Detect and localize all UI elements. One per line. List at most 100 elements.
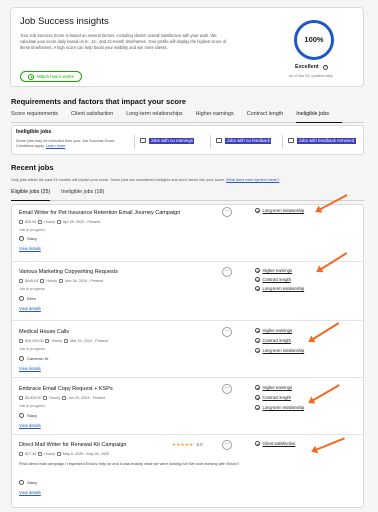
factor-label[interactable]: Contract length: [263, 338, 291, 343]
symbol-meaning-link[interactable]: What does each symbol mean?: [226, 178, 279, 182]
filter-label: Jobs with feedback removed: [297, 138, 356, 144]
factor-badge: Long-term relationship: [255, 405, 305, 411]
job-list: Email Writer for Pet Insurance Retention…: [11, 204, 364, 508]
job-type: Hourly: [46, 279, 57, 283]
factor-badge: Client satisfaction: [255, 441, 296, 447]
client-name: Cameron M.: [27, 356, 50, 361]
tab-ineligible-jobs-list[interactable]: Ineligible jobs (18): [61, 189, 104, 200]
factor-label[interactable]: Long-term relationship: [263, 405, 305, 410]
filter-label: Jobs with no earnings: [149, 138, 195, 144]
job-status: Job in progress: [19, 287, 45, 291]
ineligible-description: Some jobs may be excluded from your Job …: [16, 139, 126, 150]
learn-more-link[interactable]: Learn more: [46, 144, 65, 148]
more-options-button[interactable]: ···: [222, 384, 232, 394]
divider: [282, 135, 283, 149]
check-circle-icon: [255, 338, 260, 344]
clock-icon: [38, 452, 43, 457]
filter-feedback-removed[interactable]: Jobs with feedback removed: [288, 138, 356, 144]
check-circle-icon: [255, 208, 260, 214]
job-tabs: Eligible jobs (25) Ineligible jobs (18): [11, 189, 364, 201]
tab-client-satisfaction[interactable]: Client satisfaction: [71, 111, 126, 122]
job-dates: Jun 20, 2024 - Present: [68, 396, 106, 400]
person-icon: [19, 356, 24, 362]
check-circle-icon: [255, 405, 260, 411]
tab-score-requirements[interactable]: Score requirements: [11, 111, 71, 122]
factor-label[interactable]: Contract length: [263, 277, 291, 282]
view-details-link[interactable]: View details: [19, 490, 41, 495]
job-type: Hourly: [49, 396, 61, 400]
score-update-note: As of Mar 05, updated daily: [289, 74, 333, 78]
factor-label[interactable]: Contract length: [263, 395, 291, 400]
check-circle-icon: [255, 395, 260, 401]
more-options-button[interactable]: ···: [222, 327, 232, 337]
job-rating: ★★★★★ 5.0: [172, 442, 202, 448]
person-icon: [19, 296, 24, 302]
factor-label[interactable]: Higher earnings: [263, 268, 293, 273]
calendar-icon: [64, 339, 69, 344]
factor-label[interactable]: Long-term relationship: [263, 348, 305, 353]
factor-label[interactable]: Client satisfaction: [263, 441, 296, 446]
help-icon[interactable]: ?: [322, 64, 329, 71]
jss-description: Your Job Success Score is based on sever…: [20, 33, 227, 50]
job-title[interactable]: Email Writer for Pet Insurance Retention…: [19, 210, 180, 217]
money-icon: [19, 452, 23, 457]
factor-label[interactable]: Higher earnings: [263, 385, 293, 390]
job-dates: May 6, 2025 - May 26, 2025: [62, 452, 109, 456]
tab-contract-length[interactable]: Contract length: [247, 111, 297, 122]
list-item: Various Marketing Copywriting Requests $…: [12, 262, 363, 321]
job-title[interactable]: Medical House Calls: [19, 329, 69, 336]
job-amount: $35.00: [25, 220, 37, 224]
tab-eligible-jobs[interactable]: Eligible jobs (25): [11, 189, 51, 201]
check-circle-icon: [255, 277, 260, 283]
more-options-button[interactable]: ···: [222, 207, 232, 217]
more-options-button[interactable]: ···: [222, 440, 232, 450]
job-status: Job in progress: [19, 347, 45, 351]
score-ring: 100%: [294, 20, 334, 60]
divider: [134, 135, 135, 149]
job-client: Stacy: [19, 236, 37, 242]
filter-no-earnings[interactable]: Jobs with no earnings: [140, 138, 195, 144]
tab-ineligible-jobs[interactable]: Ineligible jobs: [296, 111, 342, 123]
factor-label[interactable]: Long-term relationship: [263, 208, 305, 213]
job-title[interactable]: Direct Mail Writer for Renewal Kit Campa…: [19, 442, 127, 449]
page-title: Job Success insights: [20, 16, 109, 27]
job-amount: $446.63: [25, 279, 39, 283]
job-title[interactable]: Embrace Email Copy Request + KSPs: [19, 386, 113, 393]
list-item: Embrace Email Copy Request + KSPs $3,825…: [12, 378, 363, 435]
score-status-label: Excellent: [295, 64, 319, 70]
view-details-link[interactable]: View details: [19, 246, 41, 251]
tab-higher-earnings[interactable]: Higher earnings: [196, 111, 247, 122]
more-options-button[interactable]: ···: [222, 267, 232, 277]
factor-label[interactable]: Long-term relationship: [263, 286, 305, 291]
list-item: Medical House Calls $10,000.00 Hourly Ma…: [12, 321, 363, 378]
calendar-icon: [62, 396, 67, 401]
divider: [210, 135, 211, 149]
job-dates: Mar 25, 2024 - Present: [70, 339, 108, 343]
check-circle-icon: [255, 268, 260, 274]
money-icon: [19, 279, 23, 284]
clock-icon: [40, 279, 45, 284]
money-icon: [19, 220, 23, 225]
factor-badge: Contract length: [255, 395, 291, 401]
factor-badge: Higher earnings: [255, 385, 293, 391]
job-title[interactable]: Various Marketing Copywriting Requests: [19, 269, 118, 276]
filter-no-feedback[interactable]: Jobs with no feedback: [216, 138, 272, 144]
client-name: Ellen: [27, 296, 36, 301]
view-details-link[interactable]: View details: [19, 366, 41, 371]
client-name: Stacy: [27, 480, 38, 485]
watch-how-it-works-button[interactable]: Watch how it works: [20, 71, 82, 82]
job-type: Hourly: [44, 452, 55, 456]
person-icon: [19, 480, 24, 486]
view-details-link[interactable]: View details: [19, 306, 41, 311]
factor-label[interactable]: Higher earnings: [263, 328, 293, 333]
check-circle-icon: [255, 286, 260, 292]
view-details-link[interactable]: View details: [19, 423, 41, 428]
tab-long-term-relationships[interactable]: Long-term relationships: [126, 111, 195, 122]
dollar-icon: [140, 138, 146, 144]
job-status: Job in progress: [19, 404, 45, 408]
requirements-heading: Requirements and factors that impact you…: [11, 97, 187, 106]
ineligible-title: Ineligible jobs: [16, 129, 52, 135]
score-status: Excellent ?: [295, 64, 329, 71]
job-meta: $10,000.00 Hourly Mar 25, 2024 - Present: [19, 339, 108, 344]
recent-description-text: Only jobs within the past 24 months will…: [11, 178, 226, 182]
